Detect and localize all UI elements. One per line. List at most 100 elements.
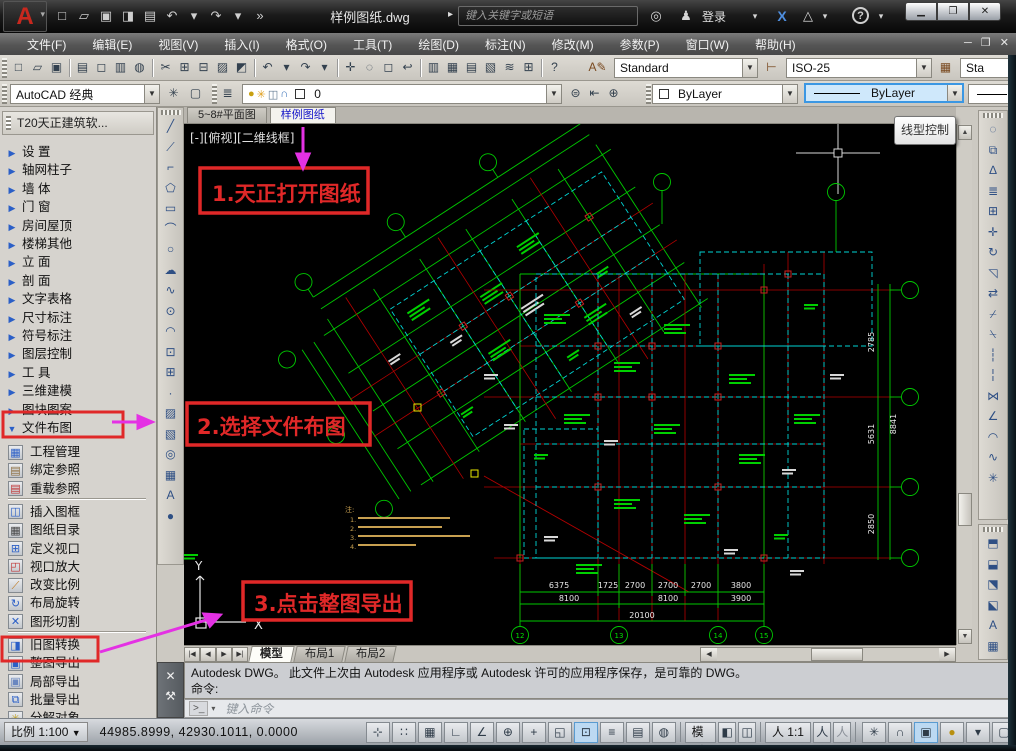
paste-icon[interactable]: ⊟	[194, 58, 213, 77]
match-properties-icon[interactable]: ▨	[213, 58, 232, 77]
canvas-horizontal-scrollbar[interactable]: ◀ ▶	[700, 647, 956, 662]
minimize-button[interactable]: ▁	[905, 2, 937, 21]
sidebar-group-13[interactable]: ▶三维建模	[2, 382, 154, 400]
sidebar-sub-item[interactable]: ◨旧图转换	[2, 636, 154, 654]
toolbar-grip[interactable]	[161, 110, 181, 115]
bring-above-icon[interactable]: ⬔	[984, 575, 1003, 594]
copy-icon[interactable]: ⧉	[984, 141, 1003, 160]
fillet-icon[interactable]: ◠	[984, 428, 1003, 447]
menu-item-8[interactable]: 修改(M)	[539, 34, 607, 55]
offset-icon[interactable]: ≣	[984, 182, 1003, 201]
scroll-down-icon[interactable]: ▼	[958, 629, 972, 644]
help-icon[interactable]: ?	[545, 58, 564, 77]
make-layer-current-icon[interactable]: ⊜	[566, 84, 585, 103]
sidebar-group-0[interactable]: ▶设 置	[2, 143, 154, 161]
tab-model[interactable]: 模型	[248, 646, 294, 662]
rotate-icon[interactable]: ↻	[984, 243, 1003, 262]
polar-tracking-icon[interactable]: ∠	[470, 722, 494, 743]
tool-palettes-icon[interactable]: ▤	[462, 58, 481, 77]
layer-lock-icon[interactable]: ∩	[280, 88, 288, 100]
new-file-icon[interactable]: □	[52, 6, 72, 26]
workspace-save-icon[interactable]: ▢	[186, 84, 205, 103]
zoom-previous-icon[interactable]: ↩	[398, 58, 417, 77]
menu-item-4[interactable]: 格式(O)	[273, 34, 340, 55]
move-icon[interactable]: ✛	[984, 223, 1003, 242]
dropdown-arrow-icon[interactable]: ▼	[144, 85, 159, 103]
table-icon[interactable]: ▦	[161, 466, 180, 485]
sidebar-sub-item[interactable]: ▦工程管理	[2, 443, 154, 461]
sidebar-sub-item[interactable]: ⊞定义视口	[2, 540, 154, 558]
toolbar-grip[interactable]	[646, 84, 651, 104]
text-style-select[interactable]: Standard▼	[614, 58, 758, 78]
a360-icon[interactable]: △	[798, 6, 818, 26]
dropdown-arrow-icon[interactable]: ▼	[742, 59, 757, 77]
layer-select[interactable]: ● ✳ ◫ ∩ 0 ▼	[242, 84, 562, 104]
menu-item-10[interactable]: 窗口(W)	[673, 34, 742, 55]
title-caret-icon[interactable]: ▸	[448, 9, 453, 20]
array-icon[interactable]: ⊞	[984, 202, 1003, 221]
sidebar-group-4[interactable]: ▶房间屋顶	[2, 217, 154, 235]
sidebar-group-9[interactable]: ▶尺寸标注	[2, 309, 154, 327]
sidebar-group-6[interactable]: ▶立 面	[2, 253, 154, 271]
quick-view-layouts-icon[interactable]: ◧	[718, 722, 736, 743]
region-icon[interactable]: ◎	[161, 445, 180, 464]
sidebar-sub-item[interactable]: ⟋改变比例	[2, 576, 154, 594]
layer-states-icon[interactable]: ⊕	[604, 84, 623, 103]
sidebar-group-7[interactable]: ▶剖 面	[2, 272, 154, 290]
menu-item-6[interactable]: 绘图(D)	[405, 34, 472, 55]
sidebar-group-8[interactable]: ▶文字表格	[2, 290, 154, 308]
transparency-icon[interactable]: ◍	[652, 722, 676, 743]
annotation-visibility-icon[interactable]: 人	[813, 722, 831, 743]
annotation-scale-button[interactable]: 人 1:1 ▼	[765, 722, 811, 743]
open-file-icon[interactable]: ▱	[74, 6, 94, 26]
dropdown-arrow-icon[interactable]: ▼	[782, 85, 797, 103]
spline-icon[interactable]: ∿	[161, 281, 180, 300]
drawing-canvas[interactable]: [-][俯视][二维线框]	[184, 124, 956, 645]
scroll-left-icon[interactable]: ◀	[701, 648, 717, 661]
sidebar-sub-item[interactable]: ◫插入图框	[2, 503, 154, 521]
save-icon[interactable]: ▣	[47, 58, 66, 77]
tab-sample-drawing[interactable]: 样例图纸	[270, 107, 336, 123]
blend-curves-icon[interactable]: ∿	[984, 448, 1003, 467]
dropdown-arrow-icon[interactable]: ▼	[947, 85, 962, 101]
last-tab-icon[interactable]: ▶|	[232, 647, 248, 662]
point-style-icon[interactable]: ●	[161, 507, 180, 526]
grid-display-icon[interactable]: ▦	[418, 722, 442, 743]
zoom-realtime-icon[interactable]: ◌	[360, 58, 379, 77]
save-as-icon[interactable]: ◨	[118, 6, 138, 26]
quick-view-drawings-icon[interactable]: ◫	[738, 722, 756, 743]
toolbar-grip[interactable]	[983, 527, 1003, 532]
layer-on-icon[interactable]: ●	[248, 88, 255, 100]
viewport-label[interactable]: [-][俯视][二维线框]	[190, 130, 294, 145]
command-dropdown-icon[interactable]: ▾	[211, 704, 215, 713]
scroll-up-icon[interactable]: ▲	[958, 125, 972, 140]
close-button[interactable]: ✕	[969, 2, 1001, 21]
snap-icon[interactable]: ⊹	[366, 722, 390, 743]
multiline-text-icon[interactable]: A	[161, 486, 180, 505]
menu-item-5[interactable]: 工具(T)	[340, 34, 405, 55]
canvas-vertical-scrollbar[interactable]: ▲ ▼	[956, 124, 972, 645]
command-input[interactable]: >_ ▾ 键入命令	[184, 699, 1016, 718]
sidebar-sub-item[interactable]: ▣整图导出	[2, 654, 154, 672]
dynamic-ucs-icon[interactable]: ◱	[548, 722, 572, 743]
object-snap-icon[interactable]: ⊕	[496, 722, 520, 743]
edit-block-icon[interactable]: ◩	[232, 58, 251, 77]
menu-item-11[interactable]: 帮助(H)	[742, 34, 809, 55]
workspace-settings-icon[interactable]: ✳	[164, 84, 183, 103]
print-icon[interactable]: ▤	[73, 58, 92, 77]
plot-preview-icon[interactable]: ◻	[92, 58, 111, 77]
menu-item-1[interactable]: 编辑(E)	[79, 34, 145, 55]
linetype-control-select[interactable]: ByLayer ▼	[804, 83, 964, 103]
status-menu-icon[interactable]: ▾	[966, 722, 990, 743]
sidebar-sub-item[interactable]: ▣局部导出	[2, 673, 154, 691]
gradient-icon[interactable]: ▧	[161, 425, 180, 444]
ellipse-arc-icon[interactable]: ◠	[161, 322, 180, 341]
sidebar-group-12[interactable]: ▶工 具	[2, 364, 154, 382]
dropdown-arrow-icon[interactable]: ▼	[916, 59, 931, 77]
table-style-icon[interactable]: ▦	[936, 58, 955, 77]
arc-icon[interactable]: ⌒	[161, 220, 180, 239]
markup-icon[interactable]: ≋	[500, 58, 519, 77]
ortho-icon[interactable]: ∟	[444, 722, 468, 743]
make-block-icon[interactable]: ⊞	[161, 363, 180, 382]
next-tab-icon[interactable]: ▶	[216, 647, 232, 662]
